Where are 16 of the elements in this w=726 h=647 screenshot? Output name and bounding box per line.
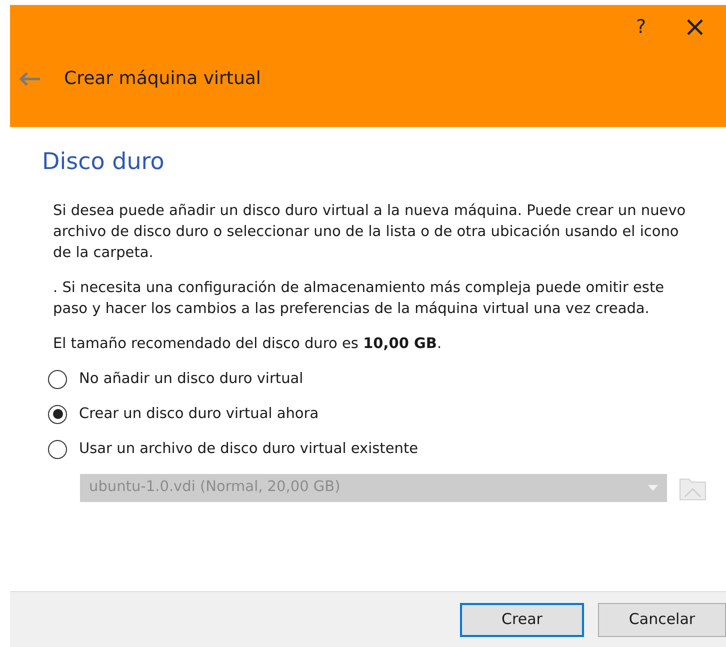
window-title: Crear máquina virtual [64, 67, 261, 91]
description-text: El tamaño recomendado del disco duro es 10,00 GB. [53, 334, 443, 354]
dialog-button[interactable]: Cancelar [598, 602, 726, 636]
radio-button[interactable] [48, 370, 67, 389]
radio-label[interactable]: Usar un archivo de disco duro virtual existente [79, 438, 418, 460]
caret-icon [648, 484, 658, 491]
radio-label[interactable]: No añadir un disco duro virtual [79, 368, 304, 390]
radio-button[interactable] [48, 440, 67, 459]
dialog-button[interactable]: Crear [460, 602, 584, 636]
section-heading: Disco duro [42, 149, 166, 177]
radio-button[interactable] [48, 404, 67, 424]
help-button[interactable]: ? [618, 7, 664, 47]
radio-label[interactable]: Crear un disco duro virtual ahora [79, 404, 319, 425]
close-button[interactable]: × [672, 7, 718, 47]
description-text: . Si necesita una configuración de almacenamiento más compleja puede omitir este paso y hacer los cambios a las preferencias de la máquina virtual una vez creada. [53, 278, 666, 319]
description-text: Si desea puede añadir un disco duro virtual a la nueva máquina. Puede crear un nuevo archivo de disco duro o seleccionar uno de la lista o de otra ubicación usando el icono de la carpeta. [53, 202, 687, 263]
